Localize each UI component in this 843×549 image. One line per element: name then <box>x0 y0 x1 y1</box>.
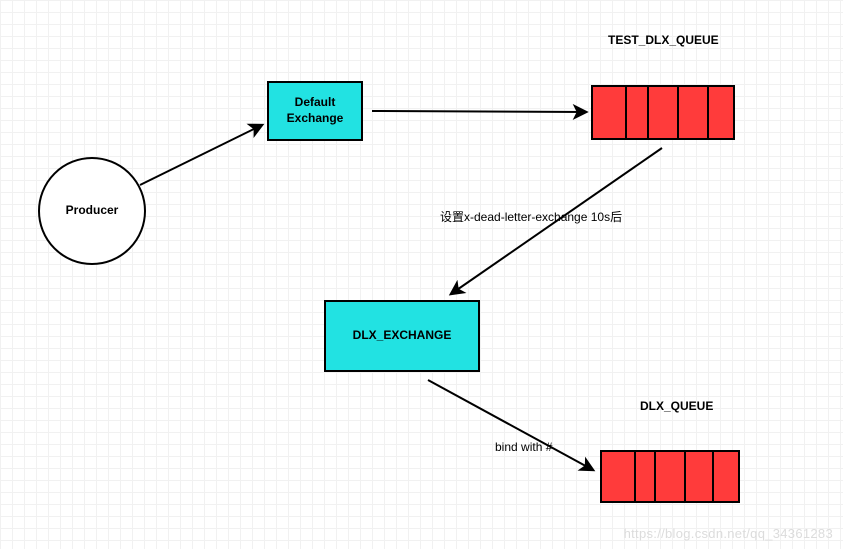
queue-segment <box>649 87 679 138</box>
default-exchange-node: Default Exchange <box>267 81 363 141</box>
dead-letter-edge-label: 设置x-dead-letter-exchange 10s后 <box>440 208 622 225</box>
dlx-exchange-node: DLX_EXCHANGE <box>324 300 480 372</box>
producer-node: Producer <box>38 157 146 265</box>
dlx-queue-title: DLX_QUEUE <box>640 399 713 413</box>
queue-segment <box>686 452 714 501</box>
dlx-exchange-label: DLX_EXCHANGE <box>353 328 452 344</box>
queue-segment <box>656 452 686 501</box>
queue-segment <box>636 452 656 501</box>
queue-segment <box>593 87 627 138</box>
edge-producer-to-default <box>140 125 262 185</box>
bind-edge-label: bind with # <box>495 440 552 454</box>
default-exchange-label-1: Default <box>295 95 336 111</box>
producer-label: Producer <box>66 203 119 219</box>
edge-dlx-exchange-to-dlx-queue <box>428 380 593 470</box>
dlx-queue <box>600 450 740 503</box>
queue-segment <box>602 452 636 501</box>
queue-segment <box>679 87 709 138</box>
queue-segment <box>714 452 738 501</box>
test-dlx-queue-title: TEST_DLX_QUEUE <box>608 33 719 47</box>
queue-segment <box>709 87 733 138</box>
test-dlx-queue <box>591 85 735 140</box>
edge-default-to-test-queue <box>372 111 586 112</box>
queue-segment <box>627 87 649 138</box>
watermark: https://blog.csdn.net/qq_34361283 <box>624 526 833 541</box>
default-exchange-label-2: Exchange <box>287 111 344 127</box>
